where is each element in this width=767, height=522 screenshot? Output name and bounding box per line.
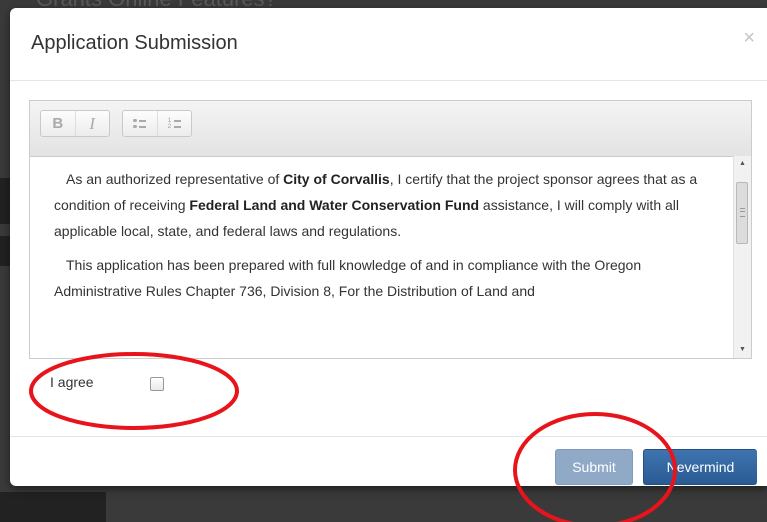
rich-text-editor: B I 1 2 As an authorized representative …	[29, 100, 752, 359]
numbered-list-button[interactable]: 1 2	[156, 111, 192, 136]
close-icon[interactable]: ×	[743, 28, 755, 48]
agree-label: I agree	[50, 374, 94, 390]
editor-scrollbar[interactable]: ▲ ▼	[733, 156, 751, 358]
editor-toolbar: B I 1 2	[30, 101, 751, 157]
certification-paragraph: As an authorized representative of City …	[54, 171, 698, 239]
organization-name: City of Corvallis	[283, 171, 390, 187]
bulleted-list-icon	[133, 119, 147, 129]
modal-title: Application Submission	[31, 32, 238, 54]
background-bar-bottom	[0, 492, 106, 522]
bulleted-list-button[interactable]	[123, 111, 157, 136]
bold-button[interactable]: B	[41, 111, 75, 136]
modal-header: Application Submission ×	[10, 8, 767, 81]
scrollbar-thumb[interactable]	[736, 182, 748, 244]
fund-name: Federal Land and Water Conservation Fund	[189, 197, 480, 213]
compliance-paragraph: This application has been prepared with …	[54, 257, 642, 299]
scroll-up-arrow-icon[interactable]: ▲	[734, 156, 751, 172]
scroll-down-arrow-icon[interactable]: ▼	[734, 342, 751, 358]
agree-checkbox[interactable]	[150, 377, 164, 391]
background-bar-left-lower	[0, 236, 10, 266]
list-button-group: 1 2	[122, 110, 192, 137]
format-button-group: B I	[40, 110, 110, 137]
nevermind-button[interactable]: Nevermind	[643, 449, 757, 485]
submit-button[interactable]: Submit	[555, 449, 633, 485]
editor-content[interactable]: As an authorized representative of City …	[30, 156, 733, 358]
numbered-list-icon: 1 2	[168, 118, 181, 130]
italic-button[interactable]: I	[74, 111, 110, 136]
application-submission-modal: Application Submission × B I 1 2 As an a…	[10, 8, 767, 486]
background-bar-left	[0, 178, 10, 224]
